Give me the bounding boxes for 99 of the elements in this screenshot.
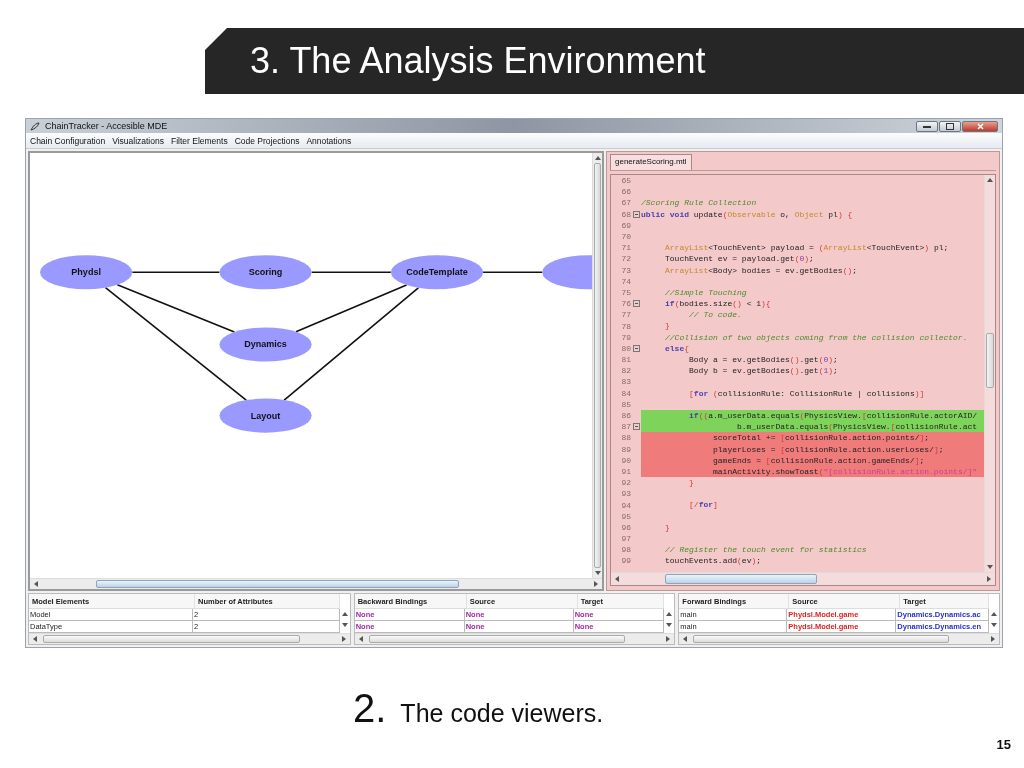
code-line: } (664, 320, 671, 332)
line-number: 67 (620, 198, 631, 208)
scroll-arrow-icon[interactable] (986, 177, 994, 183)
line-number: 84 (620, 388, 631, 398)
horizontal-scrollbar[interactable] (354, 633, 675, 644)
horizontal-scrollbar[interactable] (30, 578, 602, 589)
line-number: 92 (620, 478, 631, 488)
code-line: //Simple Touching (664, 286, 748, 299)
fold-icon[interactable] (632, 300, 640, 308)
caption-text: The code viewers. (400, 699, 604, 728)
line-number: 79 (620, 332, 631, 342)
line-number: 91 (620, 466, 631, 476)
code-line: ublic void update(Observable o, Object pl) { (641, 208, 854, 220)
line-number: 68 (620, 209, 631, 219)
close-icon (976, 122, 984, 130)
scrollbar-thumb[interactable] (368, 635, 625, 643)
menu-item[interactable]: Annotations (306, 135, 352, 146)
fold-icon[interactable] (632, 210, 640, 218)
graph-node[interactable]: Layout (219, 398, 312, 433)
editor-tab[interactable]: generateScoring.mtl (610, 154, 692, 170)
scrollbar-thumb[interactable] (665, 574, 818, 584)
code-line: // To code. (688, 309, 743, 321)
close-button[interactable] (962, 120, 998, 132)
line-number: 72 (620, 254, 631, 264)
line-number: 95 (620, 511, 631, 521)
line-number: 70 (620, 232, 631, 242)
maximize-button[interactable] (939, 120, 961, 132)
fold-icon[interactable] (632, 344, 640, 352)
line-number: 65 (620, 176, 631, 186)
horizontal-scrollbar[interactable] (679, 633, 999, 644)
line-number: 93 (620, 489, 631, 499)
line-number: 88 (620, 433, 631, 443)
line-number: 94 (620, 500, 631, 510)
graph-node[interactable]: Scoring (219, 255, 312, 290)
code-line: else{ (664, 342, 691, 354)
menu-item[interactable]: Visualizations (112, 135, 164, 146)
line-number: 90 (620, 455, 631, 465)
minimize-icon (923, 124, 931, 128)
code-line: // Register the touch event for statistics (664, 544, 868, 556)
caption-number: 2. (353, 686, 387, 731)
line-number: 80 (620, 343, 631, 353)
graph-node[interactable]: Phydsl (40, 255, 133, 290)
line-number: 83 (620, 377, 631, 387)
scroll-arrow-icon[interactable] (32, 635, 38, 643)
line-number: 73 (620, 265, 631, 275)
line-number: 66 (620, 187, 631, 197)
scrollbar-thumb[interactable] (986, 333, 994, 388)
scroll-arrow-icon[interactable] (614, 575, 620, 583)
code-line: ArrayList<TouchEvent> payload = (ArrayList<TouchEvent>) pl; (664, 242, 950, 254)
scrollbar-thumb[interactable] (693, 635, 950, 643)
scrollbar-thumb[interactable] (96, 580, 459, 588)
horizontal-scrollbar[interactable] (611, 572, 995, 585)
menu-item[interactable]: Chain Configuration (30, 135, 106, 146)
code-line: Body a = ev.getBodies().get(0); (688, 354, 839, 366)
window-title: ChainTracker - Accesible MDE (45, 121, 168, 131)
line-number: 69 (620, 220, 631, 230)
line-number: 81 (620, 355, 631, 365)
line-number: 89 (620, 444, 631, 454)
graph-edge (482, 271, 543, 274)
line-number: 76 (620, 299, 631, 309)
maximize-icon (946, 122, 954, 130)
vertical-scrollbar[interactable] (984, 175, 995, 572)
horizontal-scrollbar[interactable] (29, 633, 350, 644)
line-number: 82 (620, 366, 631, 376)
page-number: 15 (996, 737, 1011, 752)
slide-title: 3. The Analysis Environment (250, 40, 706, 82)
scroll-arrow-icon[interactable] (593, 155, 602, 161)
code-line: ArrayList<Body> bodies = ev.getBodies(); (664, 264, 859, 276)
line-number: 75 (620, 287, 631, 297)
code-line: [/for] (688, 499, 719, 511)
line-number: 99 (620, 556, 631, 566)
code-line: TouchEvent ev = payload.get(0); (664, 253, 815, 265)
graph-node[interactable] (542, 255, 592, 290)
graph-node[interactable]: Dynamics (219, 327, 312, 362)
code-line: /Scoring Rule Collection (641, 197, 758, 209)
scroll-arrow-icon[interactable] (33, 580, 39, 588)
code-line: } (688, 477, 695, 489)
line-number: 97 (620, 534, 631, 544)
code-line: Body b = ev.getBodies().get(1); (688, 365, 839, 377)
line-number: 86 (620, 411, 631, 421)
scrollbar-thumb[interactable] (43, 635, 300, 643)
code-line: touchEvents.add(ev); (664, 555, 763, 567)
line-number: 77 (620, 310, 631, 320)
menu-item[interactable]: Code Projections (234, 135, 300, 146)
line-number: 71 (620, 243, 631, 253)
graph-node[interactable]: CodeTemplate (390, 255, 484, 290)
line-number: 96 (620, 522, 631, 532)
code-line: if(bodies.size() < 1){ (664, 298, 772, 310)
line-number: 78 (620, 321, 631, 331)
line-number: 98 (620, 545, 631, 555)
code-line: } (664, 521, 671, 533)
code-line: [for (collisionRule: CollisionRule | collisions)] (688, 387, 926, 399)
code-line: //Collision of two objects coming from the collision collector. (664, 331, 969, 343)
line-number: 87 (620, 422, 631, 432)
menu-item[interactable]: Filter Elements (170, 135, 228, 146)
line-number: 74 (620, 276, 631, 286)
fold-icon[interactable] (632, 423, 640, 431)
minimize-button[interactable] (916, 120, 938, 132)
line-number: 85 (620, 399, 631, 409)
